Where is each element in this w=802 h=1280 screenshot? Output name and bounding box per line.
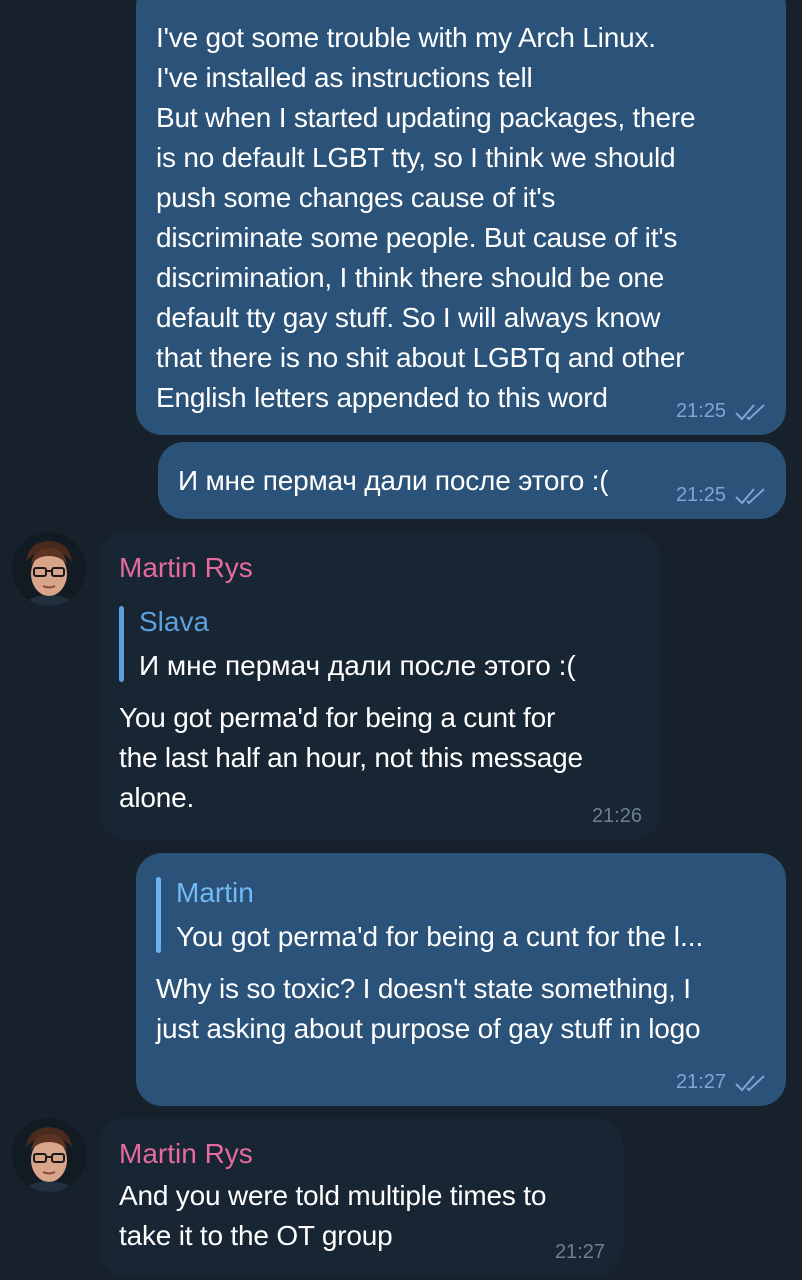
message-outgoing[interactable]: И мне пермач дали после этого :( 21:25 <box>158 442 786 519</box>
sender-name[interactable]: Martin Rys <box>119 550 640 586</box>
reply-accent-bar <box>156 877 161 953</box>
chat-history: I've got some trouble with my Arch Linux… <box>0 0 802 1280</box>
reply-preview[interactable]: Slava И мне пермач дали после этого :( <box>119 602 640 686</box>
double-check-icon <box>735 487 765 504</box>
double-check-icon <box>735 1074 765 1091</box>
reply-text: И мне пермач дали после этого :( <box>139 650 576 681</box>
message-meta: 21:25 <box>676 400 768 423</box>
message-outgoing[interactable]: I've got some trouble with my Arch Linux… <box>136 0 786 435</box>
message-incoming[interactable]: Martin Rys Slava И мне пермач дали после… <box>99 532 660 840</box>
message-meta: 21:25 <box>676 484 768 507</box>
sender-name[interactable]: Martin Rys <box>119 1136 603 1172</box>
message-text: Why is so toxic? I doesn't state somethi… <box>156 973 701 1044</box>
reply-author: Slava <box>139 606 210 637</box>
message-time: 21:25 <box>675 400 726 422</box>
message-meta: 21:27 <box>676 1071 768 1094</box>
user-avatar-icon[interactable] <box>12 1118 86 1192</box>
message-outgoing[interactable]: Martin You got perma'd for being a cunt … <box>136 853 786 1106</box>
reply-text: You got perma'd for being a cunt for the… <box>176 921 704 952</box>
message-time: 21:26 <box>591 805 642 827</box>
reply-preview[interactable]: Martin You got perma'd for being a cunt … <box>156 873 768 957</box>
message-time: 21:27 <box>554 1241 605 1263</box>
double-check-icon <box>735 403 765 420</box>
reply-accent-bar <box>119 606 124 682</box>
message-text: And you were told multiple times to take… <box>119 1180 547 1251</box>
message-meta: 21:27 <box>555 1241 605 1264</box>
message-time: 21:25 <box>675 484 726 506</box>
message-incoming[interactable]: Martin Rys And you were told multiple ti… <box>99 1118 623 1276</box>
message-text: I've got some trouble with my Arch Linux… <box>156 22 696 413</box>
message-meta: 21:26 <box>592 805 642 828</box>
reply-author: Martin <box>176 877 254 908</box>
message-time: 21:27 <box>675 1071 726 1093</box>
message-text: You got perma'd for being a cunt for the… <box>119 702 583 813</box>
user-avatar-icon[interactable] <box>12 532 86 606</box>
